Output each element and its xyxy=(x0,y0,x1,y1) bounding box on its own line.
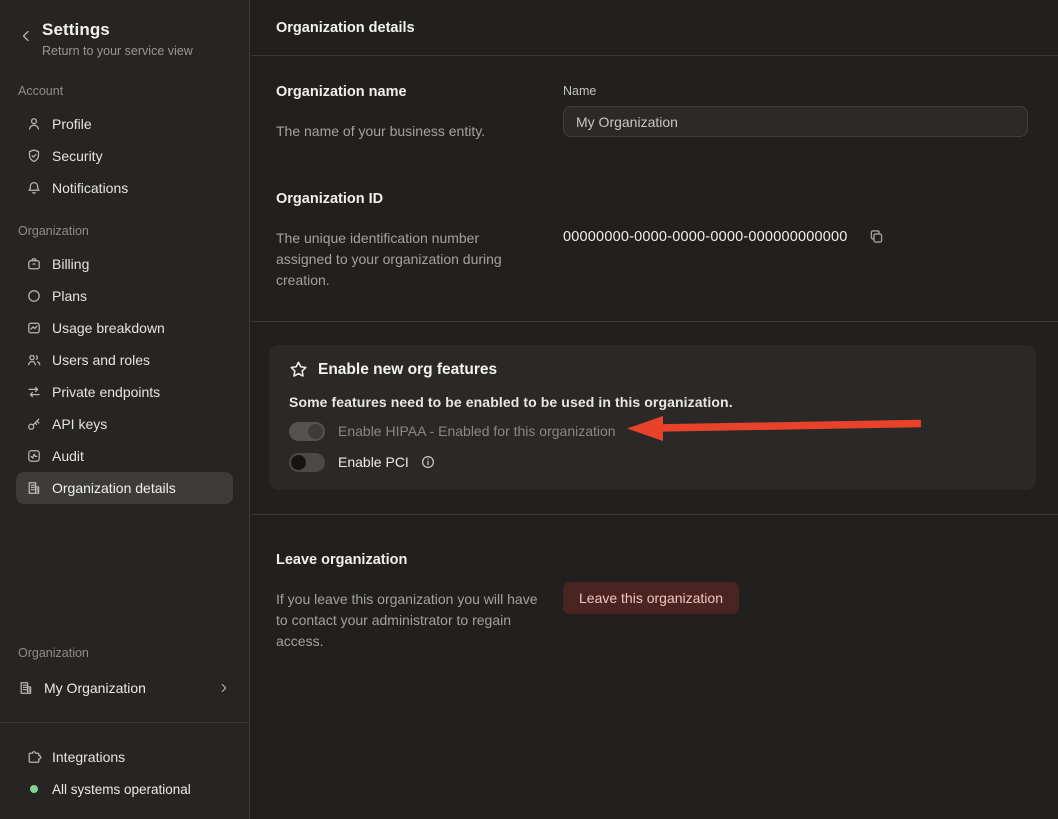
sidebar-footer: Integrations All systems operational xyxy=(0,723,249,819)
sidebar-item-private-endpoints[interactable]: Private endpoints xyxy=(16,376,233,408)
org-id-heading: Organization ID xyxy=(276,191,539,207)
enable-features-card: Enable new org features Some features ne… xyxy=(269,345,1036,490)
audit-icon xyxy=(26,448,42,464)
copy-icon[interactable] xyxy=(868,228,885,245)
org-id-description: The unique identification number assigne… xyxy=(276,228,539,291)
sidebar-item-label: Private endpoints xyxy=(52,384,160,400)
pci-toggle[interactable] xyxy=(289,453,325,472)
sidebar-item-label: Users and roles xyxy=(52,352,150,368)
name-field-label: Name xyxy=(563,84,1028,98)
shield-check-icon xyxy=(26,148,42,164)
sidebar-item-label: Audit xyxy=(52,448,84,464)
back-chevron-icon[interactable] xyxy=(18,28,34,44)
sidebar-item-users-and-roles[interactable]: Users and roles xyxy=(16,344,233,376)
features-card-title: Enable new org features xyxy=(318,361,497,379)
organization-name-input[interactable] xyxy=(563,106,1028,137)
sidebar-item-notifications[interactable]: Notifications xyxy=(16,172,233,204)
org-switcher-name: My Organization xyxy=(44,680,146,696)
circle-icon xyxy=(26,288,42,304)
features-card-description: Some features need to be enabled to be u… xyxy=(289,394,1016,410)
chevron-right-icon xyxy=(217,681,231,695)
page-title: Organization details xyxy=(276,20,415,36)
sidebar-item-billing[interactable]: Billing xyxy=(16,248,233,280)
sidebar-item-usage-breakdown[interactable]: Usage breakdown xyxy=(16,312,233,344)
bell-icon xyxy=(26,180,42,196)
org-switcher[interactable]: My Organization xyxy=(16,672,233,704)
integrations-label: Integrations xyxy=(52,749,125,765)
leave-organization-button[interactable]: Leave this organization xyxy=(563,582,739,614)
main-panel: Organization details Organization name T… xyxy=(251,0,1058,819)
building-icon xyxy=(26,480,42,496)
leave-heading: Leave organization xyxy=(276,552,539,568)
building-icon xyxy=(18,680,34,696)
users-icon xyxy=(26,352,42,368)
hipaa-toggle-label: Enable HIPAA - Enabled for this organiza… xyxy=(338,423,616,439)
hipaa-toggle[interactable] xyxy=(289,422,325,441)
pci-toggle-label: Enable PCI xyxy=(338,454,409,470)
integrations-link[interactable]: Integrations xyxy=(16,741,233,773)
sidebar-item-label: Organization details xyxy=(52,480,176,496)
sidebar-item-label: Security xyxy=(52,148,103,164)
org-switcher-label: Organization xyxy=(16,646,233,660)
sidebar-spacer xyxy=(0,504,249,646)
pci-toggle-row: Enable PCI xyxy=(289,452,1016,472)
account-section-label: Account xyxy=(0,84,249,98)
system-status[interactable]: All systems operational xyxy=(16,773,233,805)
account-nav: Profile Security Notifications xyxy=(0,108,249,204)
sidebar-item-label: Plans xyxy=(52,288,87,304)
organization-name-section: Organization name The name of your busin… xyxy=(251,56,1058,142)
settings-sidebar: Settings Return to your service view Acc… xyxy=(0,0,250,819)
section-divider xyxy=(251,321,1058,322)
billing-icon xyxy=(26,256,42,272)
person-icon xyxy=(26,116,42,132)
sidebar-item-label: Profile xyxy=(52,116,92,132)
star-icon xyxy=(289,360,308,379)
sidebar-item-label: Notifications xyxy=(52,180,128,196)
org-name-description: The name of your business entity. xyxy=(276,121,539,142)
sidebar-item-label: Usage breakdown xyxy=(52,320,165,336)
sidebar-item-security[interactable]: Security xyxy=(16,140,233,172)
status-text: All systems operational xyxy=(52,782,191,797)
organization-section-label: Organization xyxy=(0,224,249,238)
organization-id-value: 00000000-0000-0000-0000-000000000000 xyxy=(563,229,848,245)
sidebar-item-profile[interactable]: Profile xyxy=(16,108,233,140)
info-icon[interactable] xyxy=(420,454,436,470)
leave-organization-section: Leave organization If you leave this org… xyxy=(251,515,1058,652)
sidebar-header: Settings Return to your service view xyxy=(0,0,249,58)
organization-nav: Billing Plans Usage breakdown Users and … xyxy=(0,248,249,504)
sidebar-title: Settings xyxy=(42,20,193,40)
sidebar-item-organization-details[interactable]: Organization details xyxy=(16,472,233,504)
sidebar-item-label: Billing xyxy=(52,256,89,272)
key-icon xyxy=(26,416,42,432)
sidebar-subtitle: Return to your service view xyxy=(42,44,193,58)
puzzle-icon xyxy=(26,749,42,765)
organization-id-section: Organization ID The unique identificatio… xyxy=(251,142,1058,291)
org-name-heading: Organization name xyxy=(276,84,539,100)
main-header: Organization details xyxy=(251,0,1058,56)
leave-description: If you leave this organization you will … xyxy=(276,589,539,652)
toggle-knob xyxy=(291,455,306,470)
sidebar-item-audit[interactable]: Audit xyxy=(16,440,233,472)
status-dot-icon xyxy=(30,785,38,793)
usage-chart-icon xyxy=(26,320,42,336)
org-switcher-block: Organization My Organization xyxy=(0,646,249,704)
hipaa-toggle-row: Enable HIPAA - Enabled for this organiza… xyxy=(289,421,1016,441)
toggle-knob xyxy=(308,424,323,439)
sidebar-item-label: API keys xyxy=(52,416,107,432)
arrows-exchange-icon xyxy=(26,384,42,400)
sidebar-item-api-keys[interactable]: API keys xyxy=(16,408,233,440)
sidebar-item-plans[interactable]: Plans xyxy=(16,280,233,312)
